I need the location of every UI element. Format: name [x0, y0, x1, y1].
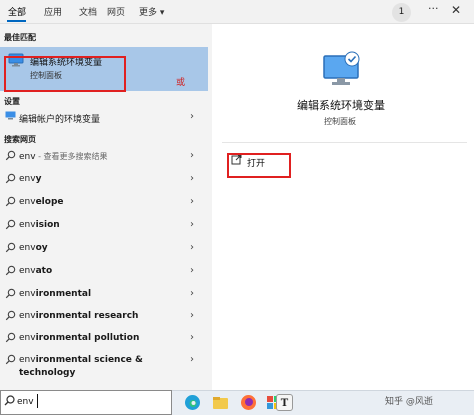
web-result-label: environmental pollution: [19, 333, 139, 343]
settings-item-label: 编辑帐户的环境变量: [19, 115, 101, 125]
web-result-item[interactable]: envision ›: [0, 216, 212, 236]
web-result-item[interactable]: environmental science & technology ›: [0, 351, 212, 378]
web-result-completion: ironmental: [35, 289, 92, 299]
web-result-prefix: env: [19, 311, 36, 321]
search-query-text: env: [17, 397, 34, 407]
tab-apps[interactable]: 应用: [44, 5, 62, 18]
tab-web[interactable]: 网页: [107, 5, 125, 18]
web-result-prefix: env: [19, 355, 36, 365]
web-result-label: environmental: [19, 289, 91, 299]
watermark: 知乎 @风逝: [385, 397, 433, 407]
web-result-item[interactable]: envato ›: [0, 262, 212, 282]
detail-panel: [215, 35, 467, 390]
detail-subtitle: 控制面板: [324, 117, 356, 126]
chevron-right-icon: ›: [190, 354, 194, 365]
text-app-icon[interactable]: T: [276, 394, 293, 411]
annotation-or: 或: [176, 78, 186, 88]
search-icon: [5, 332, 16, 346]
search-icon: [5, 354, 16, 368]
firefox-icon[interactable]: [240, 394, 257, 411]
web-result-item[interactable]: environmental ›: [0, 285, 212, 305]
web-result-prefix: env: [19, 266, 36, 276]
web-result-completion: ironmental science &: [35, 355, 143, 365]
rewards-badge[interactable]: 1: [392, 3, 411, 22]
web-result-completion: ato: [35, 266, 53, 276]
search-icon: [4, 395, 15, 409]
web-result-completion: y: [35, 174, 42, 184]
web-result-item[interactable]: envelope ›: [0, 193, 212, 213]
active-tab-indicator: [7, 20, 26, 22]
search-icon: [5, 310, 16, 324]
web-result-hint: - 查看更多搜索结果: [35, 152, 108, 161]
web-result-item[interactable]: environmental pollution ›: [0, 329, 212, 349]
web-result-label: env - 查看更多搜索结果: [19, 151, 108, 162]
search-icon: [5, 288, 16, 302]
web-search-heading: 搜索网页: [4, 135, 36, 144]
detail-title: 编辑系统环境变量: [297, 99, 385, 112]
close-icon[interactable]: ✕: [451, 3, 461, 17]
web-result-label: envoy: [19, 243, 48, 253]
chevron-right-icon: ›: [190, 242, 194, 253]
search-icon: [5, 150, 16, 164]
chevron-right-icon: ›: [190, 196, 194, 207]
web-result-completion: elope: [35, 197, 64, 207]
settings-heading: 设置: [4, 97, 20, 106]
search-icon: [5, 173, 16, 187]
web-result-prefix: env: [19, 197, 36, 207]
web-result-label: envato: [19, 266, 52, 276]
edge-icon[interactable]: [184, 394, 201, 411]
web-result-completion: oy: [35, 243, 48, 253]
web-result-prefix: env: [19, 333, 36, 343]
web-result-prefix: env: [19, 220, 36, 230]
web-result-completion: ironmental pollution: [35, 333, 140, 343]
web-result-label: envelope: [19, 197, 64, 207]
chevron-right-icon: ›: [190, 265, 194, 276]
web-result-prefix: env: [19, 289, 36, 299]
web-result-completion: ironmental research: [35, 311, 139, 321]
tab-more-label: 更多: [139, 8, 158, 18]
settings-icon: [5, 111, 16, 123]
chevron-right-icon: ›: [190, 288, 194, 299]
web-result-completion: ision: [35, 220, 60, 230]
web-result-prefix: env: [19, 243, 36, 253]
text-caret: [37, 394, 38, 408]
chevron-right-icon: ›: [190, 111, 194, 122]
chevron-right-icon: ›: [190, 219, 194, 230]
web-result-item[interactable]: envy ›: [0, 170, 212, 190]
chevron-right-icon: ›: [190, 150, 194, 161]
detail-divider: [222, 142, 467, 143]
web-result-label: environmental science & technology: [19, 353, 143, 380]
chevron-right-icon: ›: [190, 173, 194, 184]
search-icon: [5, 196, 16, 210]
web-result-prefix: env: [19, 152, 36, 162]
best-match-heading: 最佳匹配: [4, 33, 36, 42]
annotation-box-open: [227, 153, 291, 178]
tab-documents[interactable]: 文档: [79, 5, 97, 18]
settings-item-user-env[interactable]: 编辑帐户的环境变量 ›: [0, 108, 212, 128]
web-result-item[interactable]: environmental research ›: [0, 307, 212, 327]
search-icon: [5, 242, 16, 256]
web-result-completion-wrap: technology: [19, 368, 76, 378]
chevron-right-icon: ›: [190, 332, 194, 343]
file-explorer-icon[interactable]: [212, 394, 229, 411]
web-result-label: envision: [19, 220, 60, 230]
more-options-icon[interactable]: ···: [428, 2, 439, 15]
web-result-label: envy: [19, 174, 41, 184]
web-result-item[interactable]: env - 查看更多搜索结果 ›: [0, 147, 212, 167]
web-result-prefix: env: [19, 174, 36, 184]
annotation-box-best-match: [4, 56, 126, 92]
web-result-item[interactable]: envoy ›: [0, 239, 212, 259]
web-result-label: environmental research: [19, 311, 138, 321]
search-icon: [5, 219, 16, 233]
chevron-down-icon: ▾: [159, 8, 165, 18]
tab-more[interactable]: 更多 ▾: [139, 5, 164, 18]
system-properties-large-icon: [323, 51, 360, 85]
chevron-right-icon: ›: [190, 310, 194, 321]
search-icon: [5, 265, 16, 279]
tab-all[interactable]: 全部: [8, 5, 26, 18]
